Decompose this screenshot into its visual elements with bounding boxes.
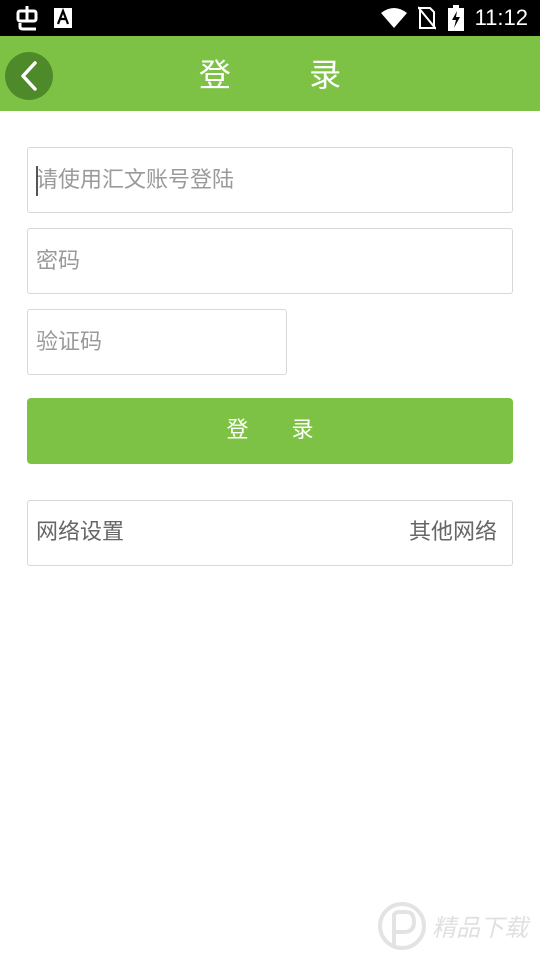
watermark-text: 精品下载 xyxy=(432,914,531,942)
password-input[interactable] xyxy=(28,229,512,293)
status-time: 11:12 xyxy=(474,5,528,30)
bug-icon xyxy=(14,0,40,36)
battery-charging-icon xyxy=(448,0,464,36)
captcha-field-container xyxy=(27,309,287,375)
app-bar: 登 录 xyxy=(0,36,540,111)
page-title: 登 录 xyxy=(198,56,376,94)
wifi-icon xyxy=(380,0,408,36)
captcha-input[interactable] xyxy=(28,310,286,374)
account-field-container xyxy=(27,147,513,213)
text-caret xyxy=(36,166,38,196)
network-settings-link[interactable]: 网络设置 xyxy=(36,501,124,565)
network-row: 网络设置 其他网络 xyxy=(27,500,513,566)
status-bar: 11:12 xyxy=(0,0,540,36)
p-logo-icon xyxy=(378,902,426,950)
notification-a-icon xyxy=(54,0,72,36)
login-button[interactable]: 登 录 xyxy=(27,398,513,464)
password-field-container xyxy=(27,228,513,294)
no-sim-icon xyxy=(418,0,436,36)
other-network-link[interactable]: 其他网络 xyxy=(409,501,497,565)
account-input[interactable] xyxy=(28,148,512,212)
watermark: 精品下载 xyxy=(374,898,534,958)
